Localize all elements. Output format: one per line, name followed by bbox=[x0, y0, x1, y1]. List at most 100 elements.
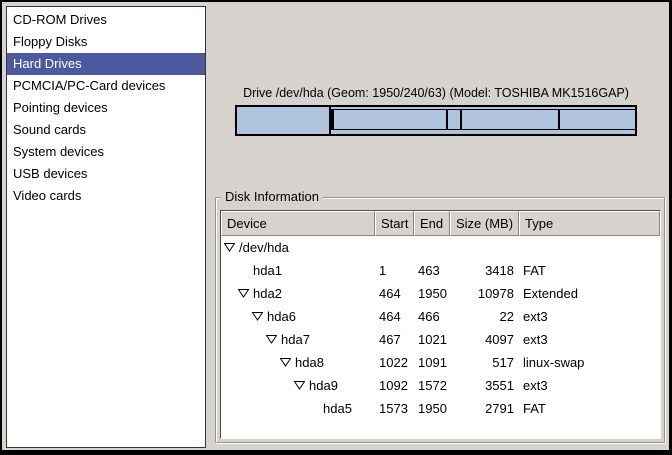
expander-triangle-icon[interactable] bbox=[252, 312, 263, 321]
cell-device: hda7 bbox=[221, 328, 375, 351]
column-header-size-mb[interactable]: Size (MB) bbox=[450, 211, 519, 236]
cell-end: 1950 bbox=[414, 397, 450, 420]
device-category-list: CD-ROM DrivesFloppy DisksHard DrivesPCMC… bbox=[6, 6, 206, 448]
partition-segment-hda1 bbox=[237, 107, 331, 134]
cell-end: 1021 bbox=[414, 328, 450, 351]
expander-triangle-icon[interactable] bbox=[294, 381, 305, 390]
hardware-browser-window: CD-ROM DrivesFloppy DisksHard DrivesPCMC… bbox=[0, 0, 672, 455]
cell-start: 467 bbox=[375, 328, 414, 351]
expander-slot[interactable] bbox=[280, 358, 295, 367]
sidebar-item-video-cards[interactable]: Video cards bbox=[7, 185, 205, 207]
partition-segment-hda9 bbox=[461, 109, 559, 130]
partition-table-body: /dev/hdahda114633418FAThda2464195010978E… bbox=[221, 236, 660, 420]
cell-size: 4097 bbox=[450, 328, 519, 351]
cell-device: /dev/hda bbox=[221, 236, 375, 259]
device-name: hda7 bbox=[281, 328, 310, 351]
expander-triangle-icon[interactable] bbox=[238, 289, 249, 298]
sidebar-item-floppy-disks[interactable]: Floppy Disks bbox=[7, 31, 205, 53]
cell-size: 3551 bbox=[450, 374, 519, 397]
partition-segment-hda7 bbox=[333, 109, 446, 130]
table-row-hda7[interactable]: hda7 46710214097ext3 bbox=[221, 328, 660, 351]
cell-device: hda5 bbox=[221, 397, 375, 420]
partition-table-header: DeviceStartEndSize (MB)Type bbox=[221, 211, 660, 236]
extended-partition-hda2 bbox=[331, 109, 635, 130]
partition-segment-hda8 bbox=[447, 109, 461, 130]
partition-table: DeviceStartEndSize (MB)Type /dev/hdahda1… bbox=[220, 210, 661, 439]
expander-triangle-icon[interactable] bbox=[224, 243, 235, 252]
sidebar-item-hard-drives[interactable]: Hard Drives bbox=[7, 53, 205, 75]
cell-size: 22 bbox=[450, 305, 519, 328]
table-row-hda8[interactable]: hda810221091517linux-swap bbox=[221, 351, 660, 374]
tree-indent bbox=[221, 385, 294, 386]
expander-slot[interactable] bbox=[266, 335, 281, 344]
cell-type: Extended bbox=[519, 282, 660, 305]
cell-start: 1022 bbox=[375, 351, 414, 374]
table-row-hda5[interactable]: hda5 157319502791FAT bbox=[221, 397, 660, 420]
device-name: hda9 bbox=[309, 374, 338, 397]
device-name: hda2 bbox=[253, 282, 282, 305]
cell-size: 517 bbox=[450, 351, 519, 374]
table-row-hda6[interactable]: hda6 46446622ext3 bbox=[221, 305, 660, 328]
cell-end: 1091 bbox=[414, 351, 450, 374]
table-row-hda9[interactable]: hda9 109215723551ext3 bbox=[221, 374, 660, 397]
cell-end: 1950 bbox=[414, 282, 450, 305]
table-row-dev-hda[interactable]: /dev/hda bbox=[221, 236, 660, 259]
disk-information-frame: Disk Information DeviceStartEndSize (MB)… bbox=[215, 197, 665, 443]
cell-device: hda8 bbox=[221, 351, 375, 374]
cell-start: 1092 bbox=[375, 374, 414, 397]
device-name: /dev/hda bbox=[239, 236, 289, 259]
partition-bar bbox=[235, 105, 637, 136]
cell-size: 10978 bbox=[450, 282, 519, 305]
sidebar-item-system-devices[interactable]: System devices bbox=[7, 141, 205, 163]
drive-title: Drive /dev/hda (Geom: 1950/240/63) (Mode… bbox=[220, 86, 652, 100]
cell-start: 464 bbox=[375, 305, 414, 328]
cell-size: 3418 bbox=[450, 259, 519, 282]
cell-device: hda6 bbox=[221, 305, 375, 328]
sidebar-item-cd-rom-drives[interactable]: CD-ROM Drives bbox=[7, 9, 205, 31]
cell-end: 463 bbox=[414, 259, 450, 282]
column-header-device[interactable]: Device bbox=[221, 211, 375, 236]
cell-end: 466 bbox=[414, 305, 450, 328]
expander-slot[interactable] bbox=[224, 243, 239, 252]
expander-triangle-icon[interactable] bbox=[266, 335, 277, 344]
cell-start: 1573 bbox=[375, 397, 414, 420]
tree-indent bbox=[221, 270, 238, 271]
table-row-hda2[interactable]: hda2464195010978Extended bbox=[221, 282, 660, 305]
column-header-start[interactable]: Start bbox=[375, 211, 414, 236]
cell-device: hda1 bbox=[221, 259, 375, 282]
table-row-hda1[interactable]: hda114633418FAT bbox=[221, 259, 660, 282]
cell-end: 1572 bbox=[414, 374, 450, 397]
sidebar-item-pcmcia-pc-card-devices[interactable]: PCMCIA/PC-Card devices bbox=[7, 75, 205, 97]
column-header-end[interactable]: End bbox=[414, 211, 450, 236]
tree-indent bbox=[221, 339, 266, 340]
partition-segment-hda5 bbox=[559, 109, 636, 130]
device-name: hda6 bbox=[267, 305, 296, 328]
cell-type: ext3 bbox=[519, 328, 660, 351]
cell-end bbox=[414, 236, 450, 259]
cell-start bbox=[375, 236, 414, 259]
cell-type: linux-swap bbox=[519, 351, 660, 374]
expander-slot[interactable] bbox=[252, 312, 267, 321]
cell-type: FAT bbox=[519, 397, 660, 420]
device-name: hda5 bbox=[323, 397, 352, 420]
cell-type: ext3 bbox=[519, 305, 660, 328]
disk-information-label: Disk Information bbox=[221, 189, 323, 204]
expander-slot[interactable] bbox=[294, 381, 309, 390]
tree-indent bbox=[221, 293, 238, 294]
cell-device: hda9 bbox=[221, 374, 375, 397]
sidebar-item-pointing-devices[interactable]: Pointing devices bbox=[7, 97, 205, 119]
tree-indent bbox=[221, 316, 252, 317]
cell-size bbox=[450, 236, 519, 259]
cell-size: 2791 bbox=[450, 397, 519, 420]
sidebar-item-usb-devices[interactable]: USB devices bbox=[7, 163, 205, 185]
tree-indent bbox=[221, 408, 308, 409]
device-name: hda1 bbox=[253, 259, 282, 282]
column-header-type[interactable]: Type bbox=[519, 211, 660, 236]
sidebar-item-sound-cards[interactable]: Sound cards bbox=[7, 119, 205, 141]
cell-device: hda2 bbox=[221, 282, 375, 305]
cell-type: ext3 bbox=[519, 374, 660, 397]
expander-slot[interactable] bbox=[238, 289, 253, 298]
expander-triangle-icon[interactable] bbox=[280, 358, 291, 367]
tree-indent bbox=[221, 362, 280, 363]
cell-type: FAT bbox=[519, 259, 660, 282]
